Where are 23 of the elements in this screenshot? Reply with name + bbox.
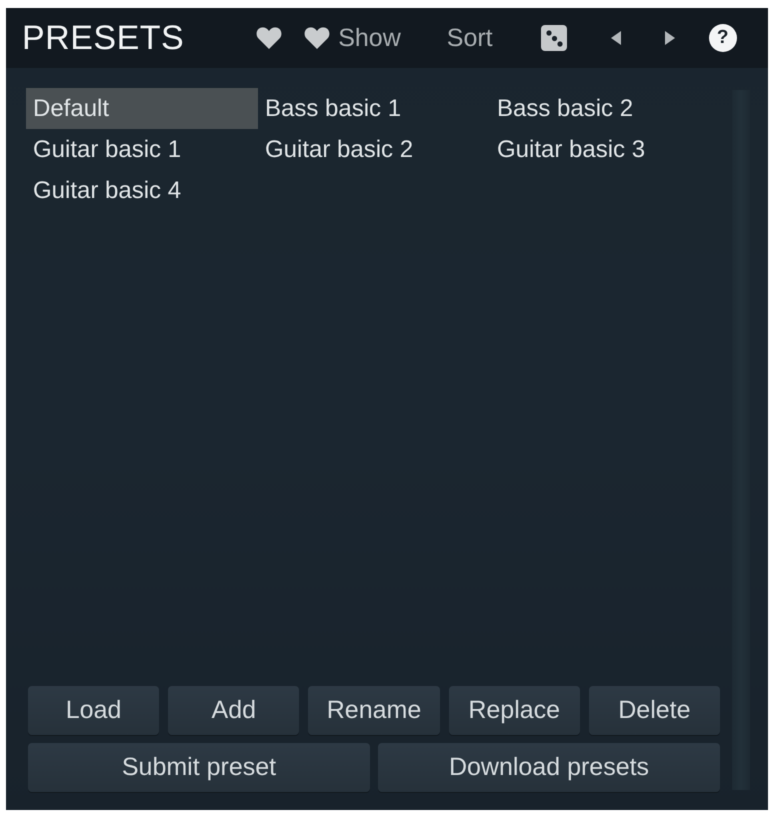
- preset-action-button[interactable]: Replace: [448, 686, 580, 735]
- caret-right-icon[interactable]: [664, 31, 675, 45]
- preset-action-button[interactable]: Rename: [308, 686, 440, 735]
- panel-title: PRESETS: [22, 18, 184, 58]
- heart-icon[interactable]: [304, 27, 330, 49]
- preset-item[interactable]: Guitar basic 4: [26, 170, 258, 211]
- preset-item[interactable]: Guitar basic 1: [26, 129, 258, 170]
- heart-icon[interactable]: [256, 27, 282, 49]
- preset-item[interactable]: Guitar basic 3: [490, 129, 720, 170]
- caret-left-icon[interactable]: [610, 31, 621, 45]
- show-button[interactable]: Show: [338, 24, 401, 52]
- preset-item[interactable]: Default: [26, 88, 258, 129]
- preset-item[interactable]: Bass basic 1: [258, 88, 490, 129]
- preset-action-button[interactable]: Download presets: [378, 743, 720, 792]
- dice-icon[interactable]: [540, 25, 567, 51]
- sort-button[interactable]: Sort: [446, 24, 493, 52]
- help-button[interactable]: ?: [708, 24, 737, 52]
- preset-action-button[interactable]: Add: [168, 686, 300, 735]
- preset-action-button[interactable]: Submit preset: [28, 743, 370, 792]
- preset-item[interactable]: Bass basic 2: [490, 88, 720, 129]
- preset-action-button[interactable]: Load: [28, 686, 160, 735]
- preset-item[interactable]: Guitar basic 2: [258, 129, 490, 170]
- preset-action-button[interactable]: Delete: [588, 686, 720, 735]
